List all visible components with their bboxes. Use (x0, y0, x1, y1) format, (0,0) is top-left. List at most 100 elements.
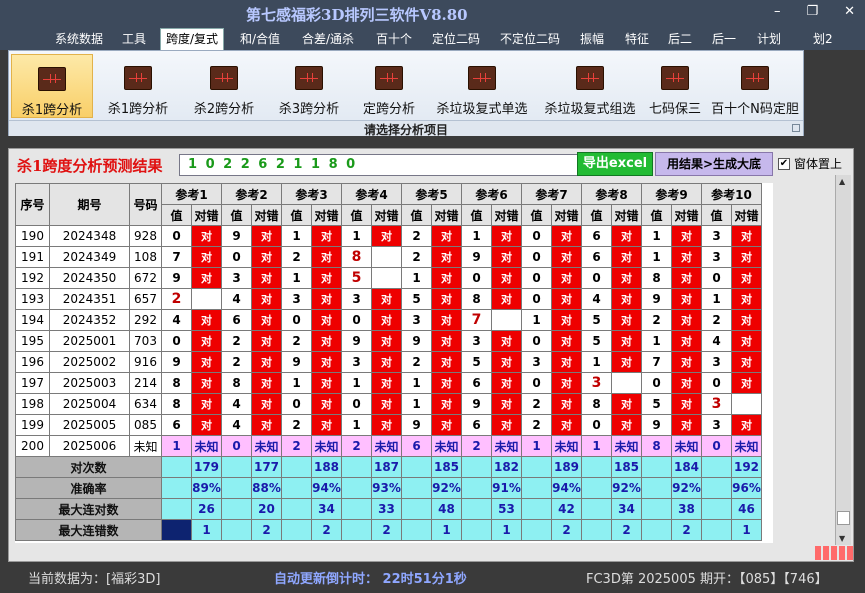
stats-spacer (281, 498, 312, 520)
cell-check-ok: 对 (671, 351, 702, 373)
topmost-toggle[interactable]: ✔ 窗体置上 (778, 155, 842, 172)
countdown-label: 自动更新倒计时： 22时51分1秒 (274, 572, 467, 587)
close-icon[interactable]: ✕ (844, 4, 855, 19)
ribbon-button[interactable]: 杀垃圾复式单选 (429, 54, 535, 118)
scroll-down-icon[interactable]: ▼ (839, 534, 845, 543)
stats-value: 1 (491, 519, 522, 541)
ribbon-button[interactable]: 定跨分析 (354, 54, 424, 118)
cell-check-wrong (731, 393, 762, 415)
header-value: 值 (581, 204, 612, 226)
header-ref: 参考3 (281, 183, 342, 205)
stats-spacer (461, 456, 492, 478)
cell-value: 2 (401, 225, 432, 247)
result-field[interactable]: 1 0 2 2 6 2 1 1 8 0 (179, 154, 583, 176)
ribbon-button[interactable]: 杀3跨分析 (270, 54, 348, 118)
cell-value: 0 (521, 372, 552, 394)
analysis-panel: 杀1跨度分析预测结果 1 0 2 2 6 2 1 1 8 0 导出excel 用… (8, 148, 854, 562)
scroll-thumb[interactable] (837, 511, 850, 525)
cell-value: 6 (581, 246, 612, 268)
cell-value: 2 (161, 288, 192, 310)
menu-item[interactable]: 后二 (668, 30, 692, 50)
scroll-up-icon[interactable]: ▲ (839, 177, 845, 186)
ribbon-label: 定跨分析 (362, 102, 415, 117)
ribbon-button[interactable]: 杀垃圾复式组选 (537, 54, 643, 118)
draw-info-label: FC3D第 2025005 期开：【085】【746】 (586, 572, 828, 587)
row-number: 928 (129, 225, 162, 247)
stats-spacer (461, 477, 492, 499)
minimize-icon[interactable]: – (774, 4, 781, 19)
topmost-checkbox[interactable]: ✔ (778, 157, 790, 170)
cell-check-ok: 对 (191, 351, 222, 373)
stats-value: 1 (431, 519, 462, 541)
cell-check-ok: 对 (371, 309, 402, 331)
menu-item[interactable]: 工具 (122, 30, 146, 50)
cell-check-ok: 对 (731, 372, 762, 394)
stats-value: 93% (371, 477, 402, 499)
table-row: 198 2025004 634 8 对 4 对 0 对 0 对 1 对 9 对 2 对 8 对 5 对 3 (15, 393, 762, 415)
cell-value: 1 (701, 288, 732, 310)
menu-item[interactable]: 百十个 (376, 30, 412, 50)
stats-value: 2 (611, 519, 642, 541)
cell-check-ok: 对 (431, 330, 462, 352)
stats-row: 准确率 89% 88% 94% 93% 92% 91% 94% 92% 92% 96% (15, 477, 762, 499)
menu-item[interactable]: 划2 (813, 30, 833, 50)
row-period: 2025001 (49, 330, 130, 352)
cell-value: 9 (401, 330, 432, 352)
cell-value: 3 (701, 414, 732, 436)
export-excel-button[interactable]: 导出excel (577, 152, 653, 176)
row-seq: 196 (15, 351, 50, 373)
menu-item[interactable]: 计划 (757, 30, 781, 50)
menu-item[interactable]: 特征 (625, 30, 649, 50)
cell-check-ok: 对 (731, 246, 762, 268)
cell-check-ok: 对 (611, 414, 642, 436)
stats-spacer (701, 498, 732, 520)
vertical-scrollbar[interactable]: ▲ ▼ (835, 175, 851, 545)
cell-value: 4 (161, 309, 192, 331)
restore-icon[interactable]: ❐ (806, 4, 818, 19)
row-seq: 199 (15, 414, 50, 436)
cell-value: 6 (461, 414, 492, 436)
ribbon-button[interactable]: 杀1跨分析 (99, 54, 177, 118)
row-period: 2024349 (49, 246, 130, 268)
menu-item[interactable]: 后一 (712, 30, 736, 50)
generate-base-button[interactable]: 用结果>生成大底 (655, 152, 773, 176)
stats-value: 189 (551, 456, 582, 478)
cell-value: 3 (341, 288, 372, 310)
stats-spacer (581, 498, 612, 520)
stats-value: 42 (551, 498, 582, 520)
header-check: 对错 (731, 204, 762, 226)
ribbon-button[interactable]: 杀2跨分析 (185, 54, 263, 118)
cell-check-ok: 对 (551, 267, 582, 289)
ribbon-button-active[interactable]: 杀1跨分析 (11, 54, 93, 118)
dialog-launcher-icon[interactable] (792, 124, 800, 132)
ribbon-button[interactable]: 百十个N码定胆 (709, 54, 801, 118)
stats-spacer (281, 456, 312, 478)
stats-spacer (281, 519, 312, 541)
cell-value: 2 (461, 435, 492, 457)
chart-icon (124, 66, 152, 90)
menu-item-active[interactable]: 跨度/复式 (160, 28, 225, 50)
cell-value: 8 (161, 372, 192, 394)
result-title: 杀1跨度分析预测结果 (17, 157, 163, 175)
cell-value: 1 (581, 435, 612, 457)
header-ref: 参考5 (401, 183, 462, 205)
cell-value: 2 (281, 330, 312, 352)
menu-item[interactable]: 不定位二码 (500, 30, 560, 50)
menu-item[interactable]: 系统数据 (55, 30, 103, 50)
menu-item[interactable]: 振幅 (580, 30, 604, 50)
cell-value: 9 (161, 351, 192, 373)
stats-value: 187 (371, 456, 402, 478)
cell-value: 3 (281, 288, 312, 310)
menu-item[interactable]: 定位二码 (432, 30, 480, 50)
cell-check-wrong (191, 288, 222, 310)
cell-value: 0 (281, 309, 312, 331)
cell-check-ok: 对 (311, 288, 342, 310)
cell-unknown: 未知 (731, 435, 762, 457)
cell-value: 1 (341, 225, 372, 247)
menu-item[interactable]: 合差/通杀 (302, 30, 354, 50)
cell-check-ok: 对 (311, 414, 342, 436)
ribbon-button[interactable]: 七码保三 (643, 54, 707, 118)
cell-check-ok: 对 (191, 330, 222, 352)
table-row: 194 2024352 292 4 对 6 对 0 对 0 对 3 对 7 1 对 5 对 2 对 2 对 (15, 309, 762, 331)
menu-item[interactable]: 和/合值 (240, 30, 280, 50)
